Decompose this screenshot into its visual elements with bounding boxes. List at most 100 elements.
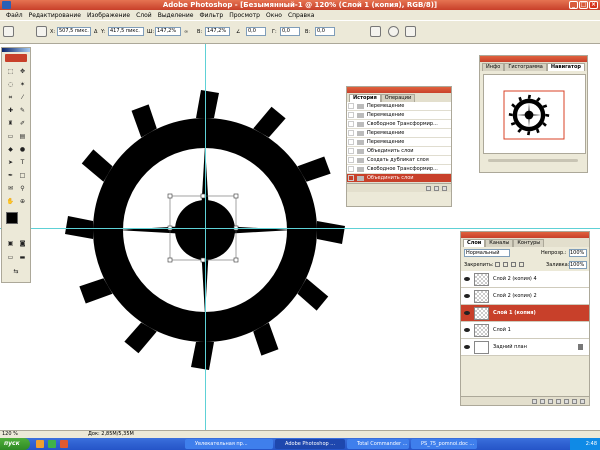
delta-icon[interactable]: Δ: [94, 29, 97, 35]
history-step[interactable]: Перемещение: [347, 129, 451, 138]
gradient-tool-icon[interactable]: ▤: [17, 131, 28, 142]
quicklaunch-icon[interactable]: [48, 440, 56, 448]
foreground-color-swatch[interactable]: [6, 212, 18, 224]
menu-image[interactable]: Изображение: [84, 12, 133, 19]
new-group-icon[interactable]: [556, 398, 561, 404]
snapshot-source-checkbox[interactable]: [348, 130, 354, 136]
hand-tool-icon[interactable]: ✋: [5, 196, 16, 207]
snapshot-source-checkbox[interactable]: [348, 103, 354, 109]
layer-style-icon[interactable]: [540, 398, 545, 404]
brush-tool-icon[interactable]: ✎: [17, 105, 28, 116]
standard-mode-icon[interactable]: ▣: [5, 238, 16, 249]
eye-icon[interactable]: [464, 345, 470, 349]
reference-point-icon[interactable]: [36, 26, 47, 37]
snapshot-source-checkbox[interactable]: [348, 112, 354, 118]
menu-filter[interactable]: Фильтр: [196, 12, 226, 19]
history-step[interactable]: Перемещение: [347, 138, 451, 147]
zoom-tool-icon[interactable]: ⊕: [17, 196, 28, 207]
notes-tool-icon[interactable]: ✉: [5, 183, 16, 194]
layer-row[interactable]: Слой 1: [461, 322, 589, 339]
lock-pixels-icon[interactable]: [503, 262, 508, 267]
history-brush-tool-icon[interactable]: ✐: [17, 118, 28, 129]
navigator-preview[interactable]: [483, 74, 586, 154]
vertical-guide[interactable]: [205, 44, 206, 430]
tab-info[interactable]: Инфо: [482, 63, 505, 71]
screen-mode-full-icon[interactable]: ▬: [17, 252, 28, 263]
minimize-button[interactable]: _: [569, 1, 578, 9]
quick-mask-mode-icon[interactable]: ◙: [17, 238, 28, 249]
y-field[interactable]: 417,5 пикс.: [108, 27, 144, 36]
magic-wand-tool-icon[interactable]: ✶: [17, 79, 28, 90]
tool-preset-icon[interactable]: [3, 26, 14, 37]
tab-history[interactable]: История: [349, 94, 381, 102]
maximize-button[interactable]: □: [579, 1, 588, 9]
taskbar-item[interactable]: Total Commander ...: [347, 439, 409, 449]
menu-select[interactable]: Выделение: [155, 12, 197, 19]
snapshot-source-checkbox[interactable]: [348, 175, 354, 181]
close-button[interactable]: ×: [589, 1, 598, 9]
tab-actions[interactable]: Операции: [380, 94, 416, 102]
skew-h-field[interactable]: 0,0: [280, 27, 300, 36]
layer-row[interactable]: Слой 2 (копия) 2: [461, 288, 589, 305]
skew-v-field[interactable]: 0,0: [315, 27, 335, 36]
menu-view[interactable]: Просмотр: [226, 12, 263, 19]
blend-mode-select[interactable]: Нормальный: [464, 249, 510, 257]
type-tool-icon[interactable]: T: [17, 157, 28, 168]
history-step[interactable]: Свободное Трансформир...: [347, 120, 451, 129]
lock-all-icon[interactable]: [519, 262, 524, 267]
zoom-slider[interactable]: [488, 159, 578, 162]
tab-layers[interactable]: Слои: [463, 239, 486, 247]
snapshot-source-checkbox[interactable]: [348, 139, 354, 145]
snapshot-source-checkbox[interactable]: [348, 121, 354, 127]
menu-window[interactable]: Окно: [263, 12, 285, 19]
horizontal-guide[interactable]: [0, 228, 600, 229]
angle-field[interactable]: 0,0: [246, 27, 266, 36]
new-layer-icon[interactable]: [572, 398, 577, 404]
eye-icon[interactable]: [464, 294, 470, 298]
eyedropper-tool-icon[interactable]: ⚲: [17, 183, 28, 194]
layer-row[interactable]: Слой 2 (копия) 4: [461, 271, 589, 288]
menu-help[interactable]: Справка: [285, 12, 317, 19]
lock-transparency-icon[interactable]: [495, 262, 500, 267]
quicklaunch-icon[interactable]: [60, 440, 68, 448]
move-tool-icon[interactable]: ✥: [17, 66, 28, 77]
new-snapshot-icon[interactable]: [434, 185, 439, 191]
history-step[interactable]: Свободное Трансформир...: [347, 165, 451, 174]
slice-tool-icon[interactable]: ⁄: [17, 92, 28, 103]
start-button[interactable]: пуск: [0, 438, 30, 450]
menu-layer[interactable]: Слой: [133, 12, 155, 19]
height-field[interactable]: 147,2%: [205, 27, 230, 36]
eraser-tool-icon[interactable]: ▭: [5, 131, 16, 142]
shape-tool-icon[interactable]: □: [17, 170, 28, 181]
menu-edit[interactable]: Редактирование: [26, 12, 84, 19]
eye-icon[interactable]: [464, 311, 470, 315]
tab-navigator[interactable]: Навигатор: [546, 63, 585, 71]
taskbar-item[interactable]: PS_75_pomnoi.doc ...: [411, 439, 477, 449]
quicklaunch-icon[interactable]: [36, 440, 44, 448]
snapshot-source-checkbox[interactable]: [348, 148, 354, 154]
taskbar-item[interactable]: Adobe Photoshop ...: [275, 439, 345, 449]
marquee-tool-icon[interactable]: ⬚: [5, 66, 16, 77]
cancel-transform-icon[interactable]: [388, 26, 399, 37]
opacity-field[interactable]: 100%: [569, 249, 587, 257]
adjustment-layer-icon[interactable]: [564, 398, 569, 404]
history-step[interactable]: Перемещение: [347, 111, 451, 120]
warp-icon[interactable]: [370, 26, 381, 37]
healing-brush-tool-icon[interactable]: ✚: [5, 105, 16, 116]
width-field[interactable]: 147,2%: [155, 27, 181, 36]
tab-channels[interactable]: Каналы: [485, 239, 514, 247]
history-step[interactable]: Объединить слои: [347, 174, 451, 183]
new-document-icon[interactable]: [426, 185, 431, 191]
trash-icon[interactable]: [442, 185, 447, 191]
layer-mask-icon[interactable]: [548, 398, 553, 404]
jump-to-imageready-icon[interactable]: ⇆: [5, 266, 27, 277]
link-icon[interactable]: ∞: [184, 29, 188, 35]
dodge-tool-icon[interactable]: ●: [17, 144, 28, 155]
path-selection-tool-icon[interactable]: ➤: [5, 157, 16, 168]
link-layers-icon[interactable]: [532, 398, 537, 404]
screen-mode-standard-icon[interactable]: ▭: [5, 252, 16, 263]
snapshot-source-checkbox[interactable]: [348, 166, 354, 172]
menu-file[interactable]: Файл: [3, 12, 26, 19]
zoom-level[interactable]: 120 %: [2, 431, 18, 438]
tab-paths[interactable]: Контуры: [513, 239, 545, 247]
